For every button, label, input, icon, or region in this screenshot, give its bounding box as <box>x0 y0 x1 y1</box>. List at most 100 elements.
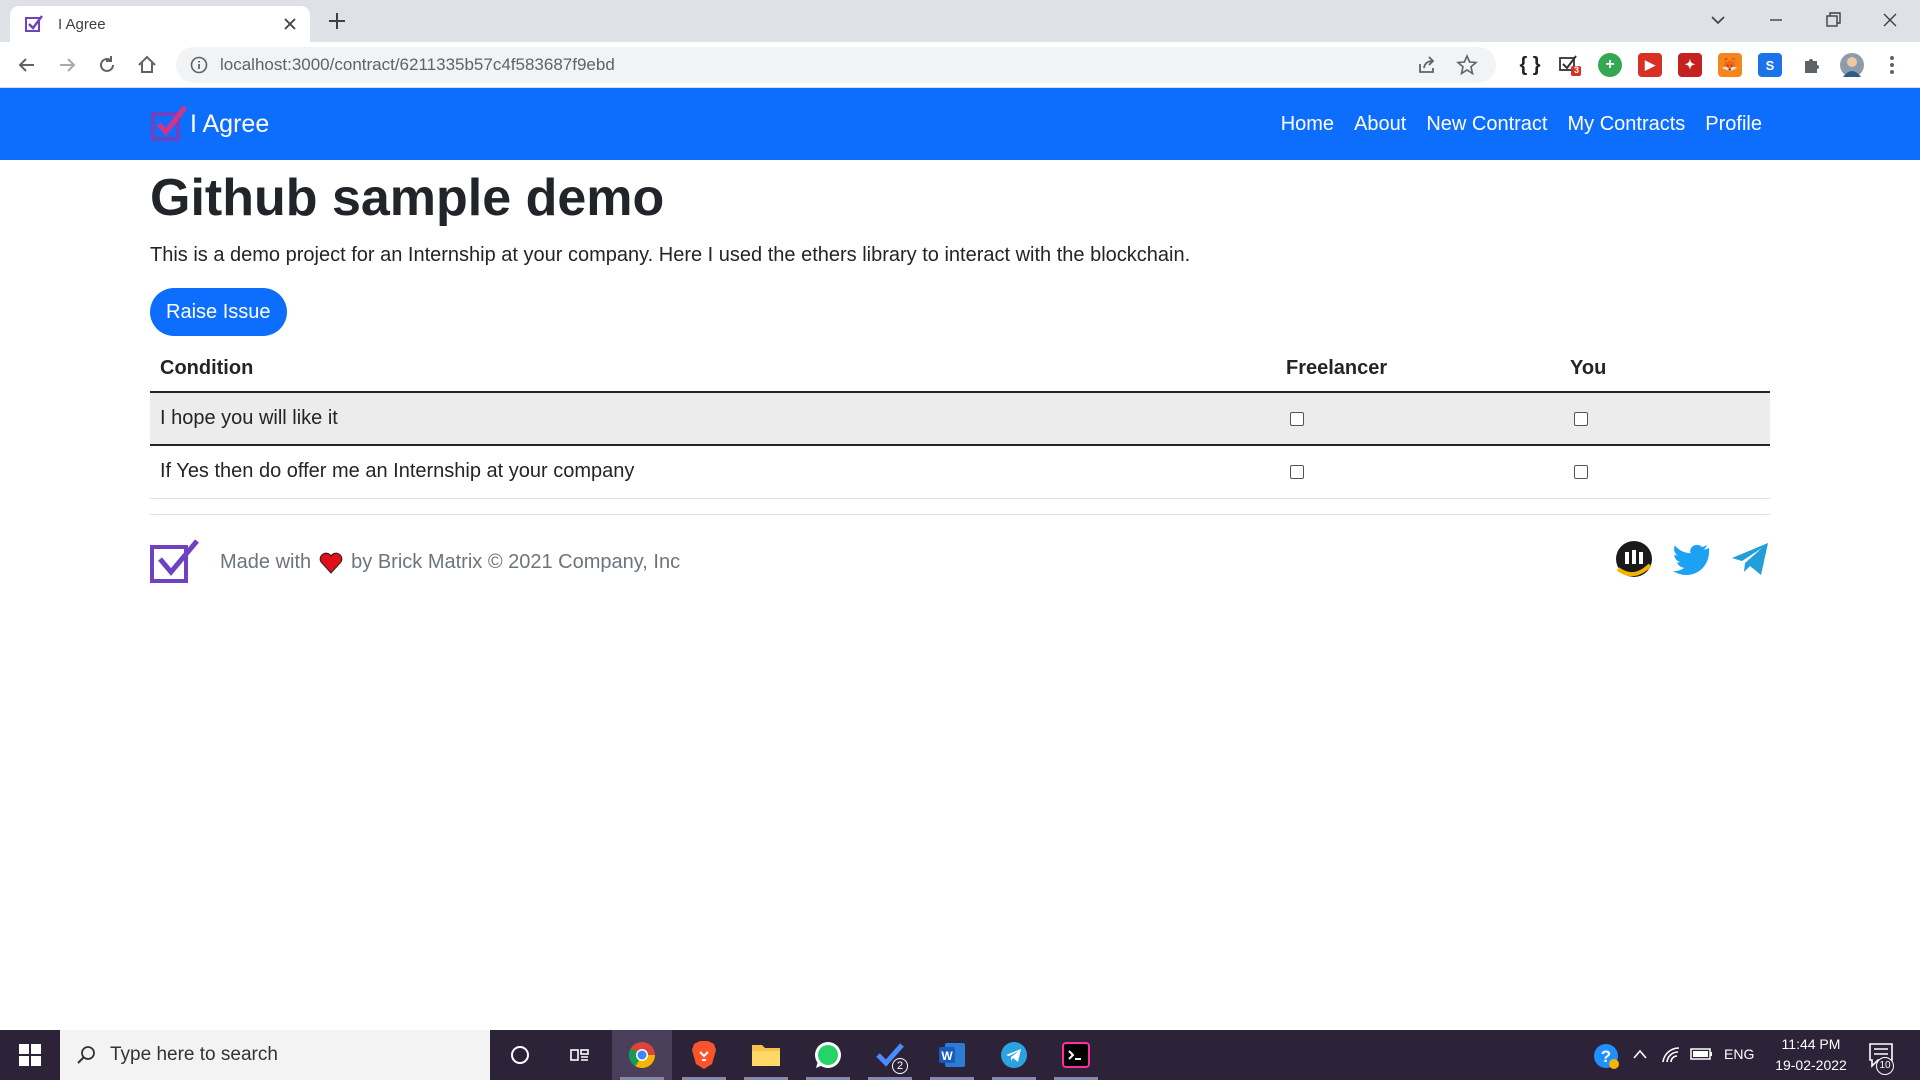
tab-title: I Agree <box>58 15 106 33</box>
medium-logo-icon[interactable] <box>1614 539 1654 579</box>
chevron-up-icon[interactable] <box>1632 1047 1648 1061</box>
freelancer-cell <box>1276 392 1560 446</box>
freelancer-checkbox[interactable] <box>1290 411 1304 426</box>
cortana-button[interactable] <box>490 1030 550 1080</box>
telegram-taskbar-button[interactable] <box>984 1030 1044 1080</box>
twitter-logo-icon[interactable] <box>1672 539 1712 579</box>
you-checkbox[interactable] <box>1574 411 1588 426</box>
video-extension-icon[interactable]: ▶ <box>1638 53 1662 77</box>
puzzle-game-extension-icon[interactable]: ✦ <box>1678 53 1702 77</box>
home-icon[interactable] <box>136 54 158 76</box>
brand-name: I Agree <box>190 109 270 138</box>
folder-icon <box>752 1045 780 1066</box>
terminal-icon <box>1062 1042 1090 1068</box>
heart-icon <box>319 552 343 574</box>
nav-new-contract[interactable]: New Contract <box>1426 113 1547 136</box>
freelancer-cell <box>1276 445 1560 499</box>
nav-links: Home About New Contract My Contracts Pro… <box>1261 88 1762 160</box>
forward-icon[interactable] <box>56 54 78 76</box>
whatsapp-taskbar-button[interactable] <box>798 1030 858 1080</box>
made-with-text: Made with <box>220 551 312 573</box>
todo-badge: 2 <box>892 1058 908 1074</box>
cortana-circle-icon <box>511 1046 529 1064</box>
metamask-fox-icon[interactable]: 🦊 <box>1718 53 1742 77</box>
table-row: I hope you will like it <box>150 392 1770 446</box>
url-text[interactable]: localhost:3000/contract/6211335b57c4f583… <box>220 55 1416 75</box>
checklist-extension-icon[interactable]: 3 <box>1558 53 1582 77</box>
nav-my-contracts[interactable]: My Contracts <box>1567 113 1685 136</box>
nav-home[interactable]: Home <box>1281 113 1334 136</box>
extensions-puzzle-icon[interactable] <box>1800 53 1824 77</box>
s-extension-icon[interactable]: S <box>1758 53 1782 77</box>
start-button[interactable] <box>0 1030 60 1080</box>
you-checkbox[interactable] <box>1574 464 1588 479</box>
raise-issue-button[interactable]: Raise Issue <box>150 288 287 336</box>
extension-badge: 3 <box>1574 65 1580 75</box>
address-bar[interactable]: localhost:3000/contract/6211335b57c4f583… <box>176 47 1496 83</box>
windows-logo-icon <box>19 1044 41 1066</box>
main-content: Github sample demo This is a demo projec… <box>150 160 1770 499</box>
check-logo-icon <box>151 105 187 141</box>
header-condition: Condition <box>150 346 1276 393</box>
share-icon[interactable] <box>1416 54 1438 76</box>
chrome-icon <box>628 1042 656 1069</box>
table-row: If Yes then do offer me an Internship at… <box>150 445 1770 499</box>
table-header-row: Condition Freelancer You <box>150 346 1770 393</box>
file-explorer-taskbar-button[interactable] <box>736 1030 796 1080</box>
word-taskbar-button[interactable]: W <box>922 1030 982 1080</box>
page-description: This is a demo project for an Internship… <box>150 244 1191 266</box>
chrome-taskbar-button[interactable] <box>612 1030 672 1080</box>
browser-tab[interactable]: I Agree <box>10 6 310 42</box>
terminal-taskbar-button[interactable] <box>1046 1030 1106 1080</box>
search-placeholder: Type here to search <box>110 1044 278 1065</box>
reload-icon[interactable] <box>96 54 118 76</box>
wifi-icon[interactable] <box>1660 1044 1682 1064</box>
browser-toolbar: localhost:3000/contract/6211335b57c4f583… <box>0 42 1920 88</box>
back-icon[interactable] <box>16 54 38 76</box>
brand[interactable]: I Agree <box>150 104 269 144</box>
windows-taskbar: Type here to search 2 W ? ENG 11:44 PM 1… <box>0 1030 1920 1080</box>
tab-search-icon[interactable] <box>1708 10 1728 30</box>
condition-cell: I hope you will like it <box>150 392 1276 446</box>
taskbar-search[interactable]: Type here to search <box>60 1030 490 1080</box>
nav-profile[interactable]: Profile <box>1705 113 1762 136</box>
svg-text:W: W <box>941 1049 953 1063</box>
copyright-text: by Brick Matrix © 2021 Company, Inc <box>351 551 681 573</box>
profile-avatar-icon[interactable] <box>1840 53 1864 77</box>
task-view-button[interactable] <box>550 1030 610 1080</box>
nav-about[interactable]: About <box>1354 113 1406 136</box>
word-icon: W <box>939 1043 965 1067</box>
page-title: Github sample demo <box>150 169 665 227</box>
header-freelancer: Freelancer <box>1276 346 1560 393</box>
header-you: You <box>1560 346 1770 393</box>
footer-text: Made with by Brick Matrix © 2021 Company… <box>220 551 680 574</box>
conditions-table: Condition Freelancer You I hope you will… <box>150 346 1770 499</box>
footer-check-logo-icon <box>150 539 199 583</box>
you-cell <box>1560 392 1770 446</box>
language-indicator[interactable]: ENG <box>1724 1046 1754 1062</box>
freelancer-checkbox[interactable] <box>1290 464 1304 479</box>
check-favicon-icon <box>25 15 43 32</box>
close-tab-icon[interactable] <box>282 16 298 32</box>
telegram-circle-icon <box>1001 1042 1027 1068</box>
bookmark-star-icon[interactable] <box>1456 54 1478 76</box>
brave-lion-icon <box>692 1041 716 1069</box>
browser-tab-strip: I Agree <box>0 0 1920 42</box>
close-window-icon[interactable] <box>1880 10 1900 30</box>
help-icon[interactable]: ? <box>1592 1042 1620 1070</box>
you-cell <box>1560 445 1770 499</box>
todo-taskbar-button[interactable]: 2 <box>860 1030 920 1080</box>
browser-menu-icon[interactable] <box>1880 53 1904 77</box>
task-view-icon <box>570 1049 589 1061</box>
new-tab-icon[interactable] <box>326 10 348 32</box>
minimize-icon[interactable] <box>1766 10 1786 30</box>
brave-taskbar-button[interactable] <box>674 1030 734 1080</box>
clock-time[interactable]: 11:44 PM <box>1776 1036 1846 1052</box>
site-info-icon[interactable] <box>190 56 208 74</box>
telegram-logo-icon[interactable] <box>1730 539 1770 579</box>
clock-date[interactable]: 19-02-2022 <box>1768 1057 1854 1073</box>
plus-extension-icon[interactable]: + <box>1598 53 1622 77</box>
json-formatter-extension-icon[interactable]: { } <box>1518 53 1542 77</box>
battery-icon[interactable] <box>1690 1046 1714 1062</box>
restore-icon[interactable] <box>1823 10 1843 30</box>
